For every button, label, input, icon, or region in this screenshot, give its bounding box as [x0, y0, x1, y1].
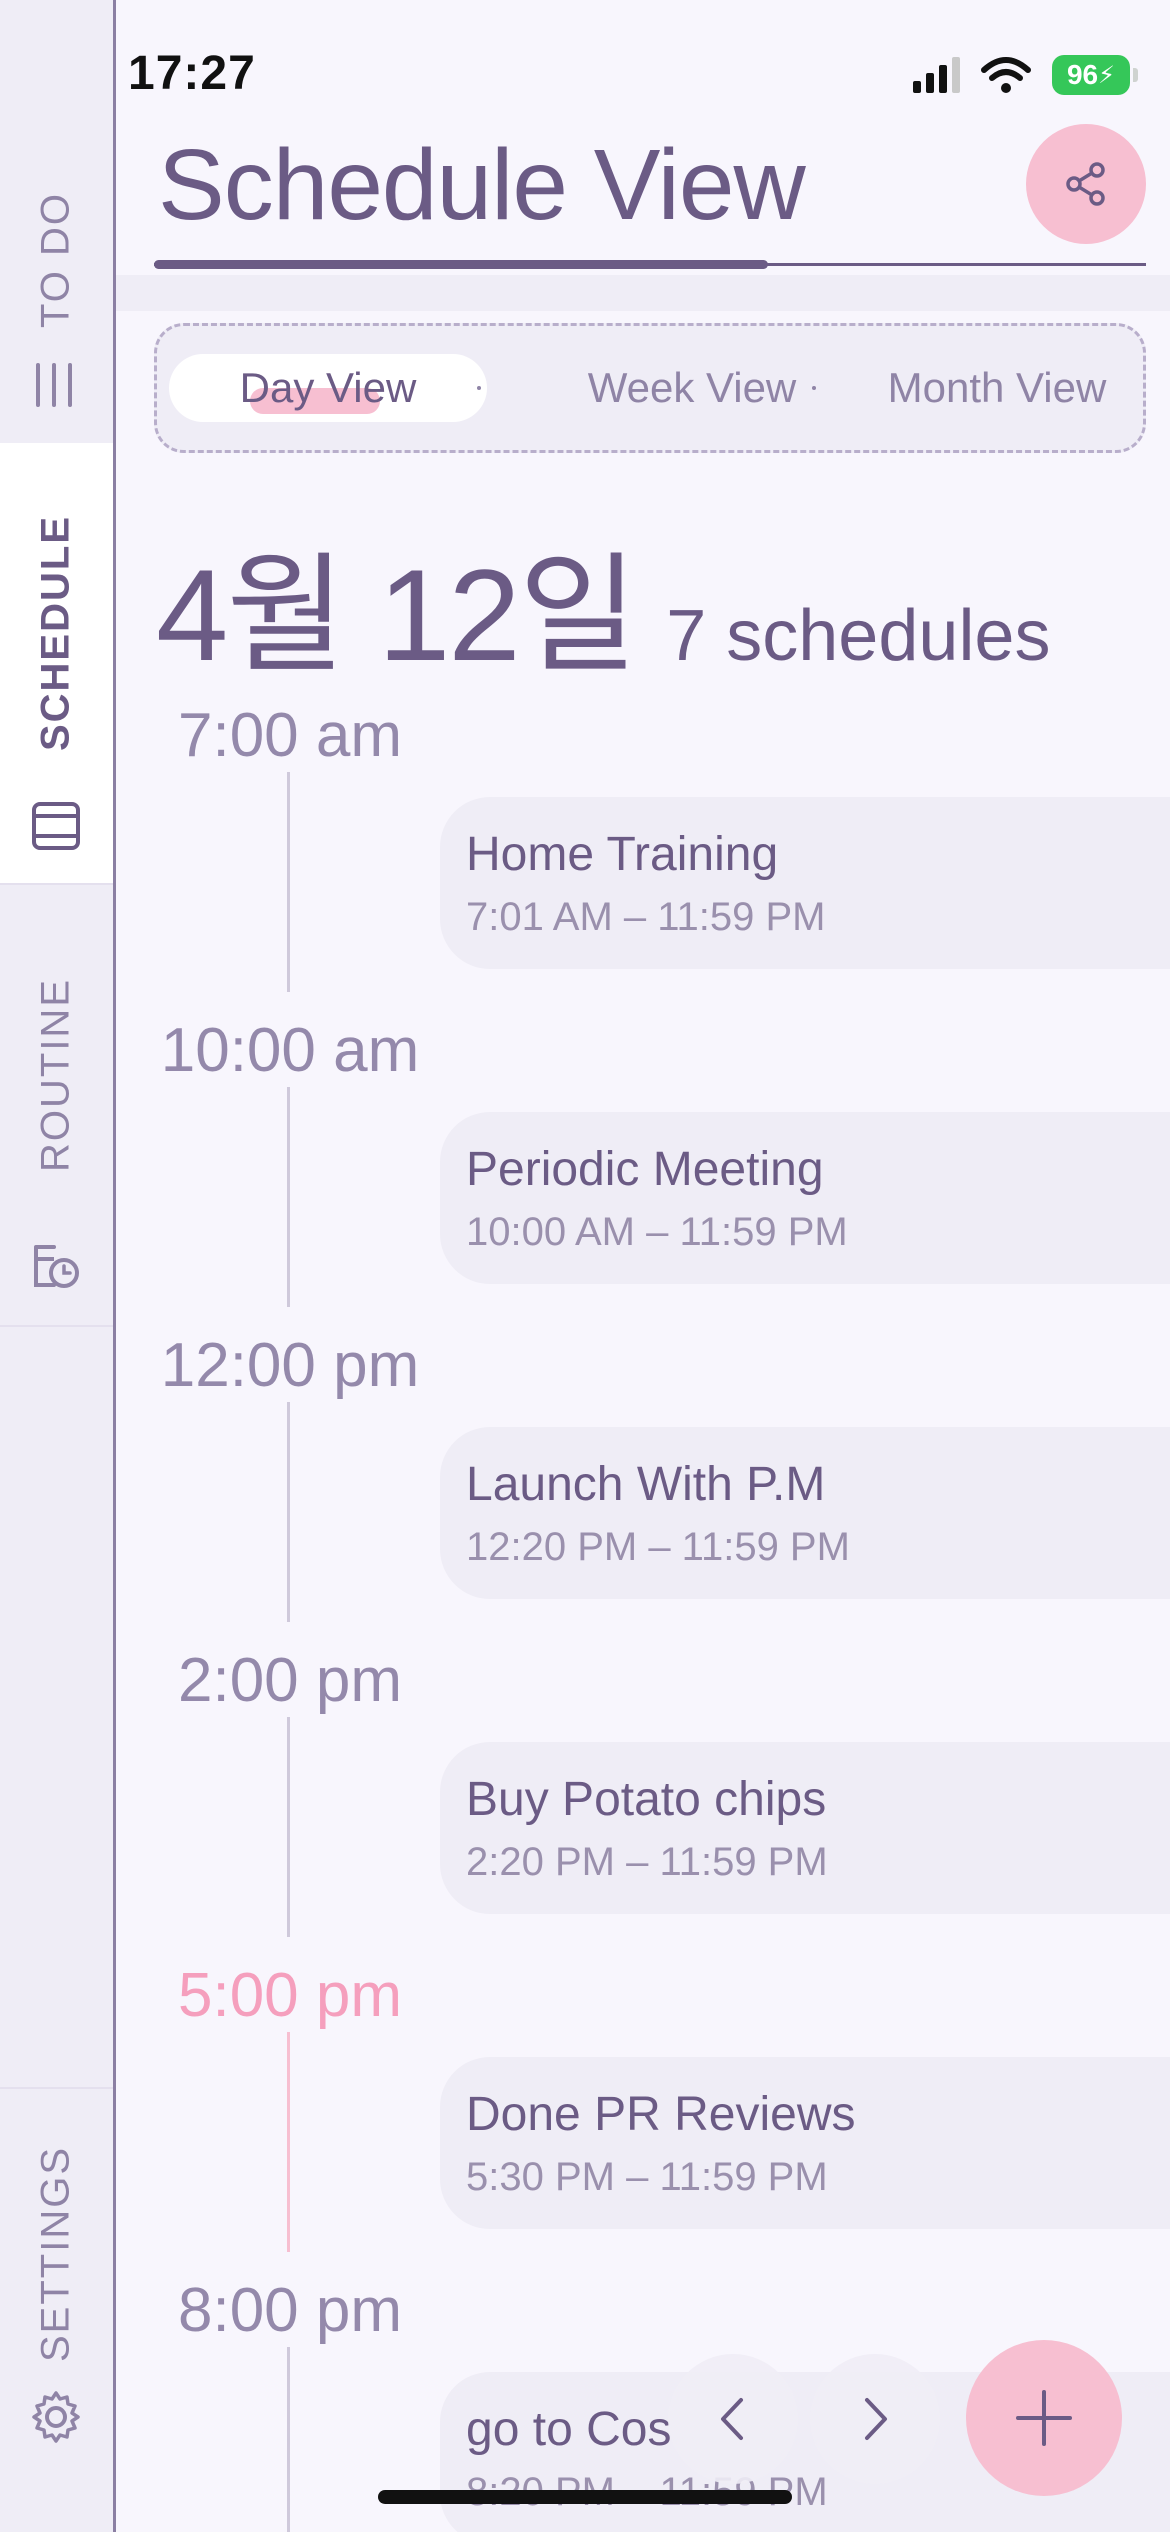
battery-level: 96 [1066, 59, 1099, 90]
tab-day-view[interactable]: Day View [169, 354, 487, 422]
date-heading: 4월 12일 7 schedules [156, 510, 1050, 698]
event-card[interactable]: Done PR Reviews 5:30 PM – 11:59 PM [440, 2057, 1170, 2229]
time-label-current: 5:00 pm [177, 1961, 403, 2030]
sidebar-item-todo[interactable]: TO DO [0, 0, 113, 443]
time-label: 7:00 am [177, 701, 403, 770]
event-title: Periodic Meeting [466, 1143, 824, 1196]
tab-label: Week View [587, 364, 797, 411]
event-time: 7:01 AM – 11:59 PM [466, 895, 826, 939]
tab-week-view[interactable]: Week View [522, 354, 862, 422]
event-card[interactable]: Periodic Meeting 10:00 AM – 11:59 PM [440, 1112, 1170, 1284]
schedule-count: 7 schedules [666, 596, 1051, 676]
event-title: Buy Potato chips [466, 1773, 827, 1826]
wifi-icon [981, 57, 1031, 93]
event-card[interactable]: Home Training 7:01 AM – 11:59 PM [440, 797, 1170, 969]
cellular-signal-icon [913, 57, 960, 93]
tab-month-view[interactable]: Month View [847, 354, 1147, 422]
calendar-clock-icon [34, 1245, 79, 1288]
view-selector: Day View Week View Month View [154, 323, 1146, 453]
sidebar-item-settings[interactable]: SETTINGS [0, 2087, 113, 2532]
event-card[interactable]: Buy Potato chips 2:20 PM – 11:59 PM [440, 1742, 1170, 1914]
time-line [287, 1717, 290, 1937]
time-line-current [287, 2032, 290, 2252]
event-card[interactable]: Launch With P.M 12:20 PM – 11:59 PM [440, 1427, 1170, 1599]
page-title: Schedule View [158, 129, 806, 241]
sidebar: TO DO SCHEDULE ROUTINE SETTINGS [0, 0, 116, 2532]
event-time: 5:30 PM – 11:59 PM [466, 2155, 828, 2199]
time-label: 12:00 pm [160, 1331, 420, 1400]
sidebar-item-label: ROUTINE [33, 978, 78, 1172]
status-icons: 96 ⚡ [913, 55, 1138, 95]
list-icon [36, 363, 72, 407]
event-title: Launch With P.M [466, 1458, 826, 1511]
plus-icon [1016, 2390, 1072, 2446]
time-label: 10:00 am [160, 1016, 420, 1085]
status-time: 17:27 [128, 47, 256, 100]
home-indicator[interactable] [378, 2490, 792, 2504]
time-line [287, 772, 290, 992]
next-day-button[interactable] [810, 2354, 940, 2484]
separator-dot [477, 386, 481, 390]
planner-icon [32, 802, 80, 850]
time-line [287, 1402, 290, 1622]
sidebar-item-routine[interactable]: ROUTINE [0, 883, 113, 1327]
sidebar-item-label: SCHEDULE [33, 514, 78, 752]
event-title: Home Training [466, 828, 779, 881]
tab-label: Month View [887, 364, 1107, 411]
share-button[interactable] [1026, 124, 1146, 244]
add-schedule-button[interactable] [966, 2340, 1122, 2496]
event-time: 10:00 AM – 11:59 PM [466, 1210, 848, 1254]
event-title: Done PR Reviews [466, 2088, 856, 2141]
charging-icon: ⚡ [1098, 61, 1115, 89]
title-underline-accent [154, 260, 768, 269]
selected-date: 4월 12일 [156, 542, 638, 688]
event-time: 2:20 PM – 11:59 PM [466, 1840, 828, 1884]
battery-indicator: 96 ⚡ [1052, 55, 1138, 95]
separator-dot [812, 386, 816, 390]
event-time: 12:20 PM – 11:59 PM [466, 1525, 850, 1569]
chevron-left-icon [721, 2398, 743, 2440]
previous-day-button[interactable] [668, 2354, 798, 2484]
sidebar-item-label: SETTINGS [33, 2145, 78, 2363]
time-label: 8:00 pm [177, 2276, 403, 2345]
sidebar-item-schedule[interactable]: SCHEDULE [0, 443, 113, 883]
time-line [287, 2347, 290, 2532]
time-label: 2:00 pm [177, 1646, 403, 1715]
event-title: go to Cos [466, 2403, 672, 2456]
time-line [287, 1087, 290, 1307]
share-icon [1066, 162, 1105, 206]
chevron-right-icon [865, 2398, 887, 2440]
tab-label: Day View [239, 364, 417, 411]
gear-icon [32, 2391, 80, 2443]
sidebar-item-label: TO DO [33, 192, 78, 328]
header-band [116, 275, 1170, 311]
